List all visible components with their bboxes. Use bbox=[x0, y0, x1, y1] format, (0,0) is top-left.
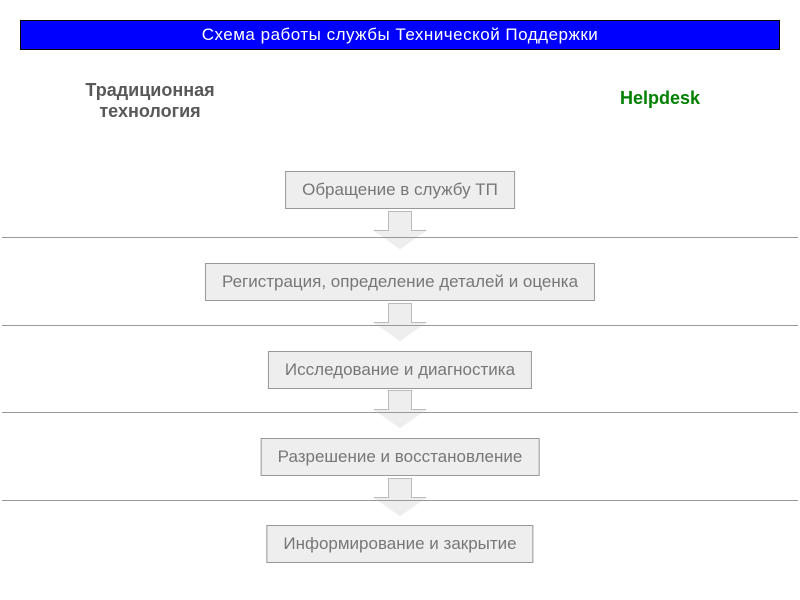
flow-step-2: Регистрация, определение деталей и оценк… bbox=[205, 263, 595, 301]
flow-step-4: Разрешение и восстановление bbox=[261, 438, 540, 476]
flow-step-label: Регистрация, определение деталей и оценк… bbox=[222, 272, 578, 291]
flow-step-label: Разрешение и восстановление bbox=[278, 447, 523, 466]
flow-step-1: Обращение в службу ТП bbox=[285, 171, 515, 209]
arrow-down-icon bbox=[374, 478, 426, 516]
column-heading-traditional: Традиционная технология bbox=[40, 80, 260, 122]
divider bbox=[2, 237, 798, 238]
column-heading-helpdesk: Helpdesk bbox=[560, 88, 760, 109]
divider bbox=[2, 412, 798, 413]
arrow-down-icon bbox=[374, 303, 426, 341]
arrow-down-icon bbox=[374, 390, 426, 428]
divider bbox=[2, 325, 798, 326]
flow-step-label: Обращение в службу ТП bbox=[302, 180, 498, 199]
flow-step-label: Информирование и закрытие bbox=[283, 534, 516, 553]
flow-step-5: Информирование и закрытие bbox=[266, 525, 533, 563]
flow-step-label: Исследование и диагностика bbox=[285, 360, 515, 379]
page-title: Схема работы службы Технической Поддержк… bbox=[202, 25, 599, 45]
page-title-bar: Схема работы службы Технической Поддержк… bbox=[20, 20, 780, 50]
flow-step-3: Исследование и диагностика bbox=[268, 351, 532, 389]
arrow-down-icon bbox=[374, 211, 426, 249]
divider bbox=[2, 500, 798, 501]
